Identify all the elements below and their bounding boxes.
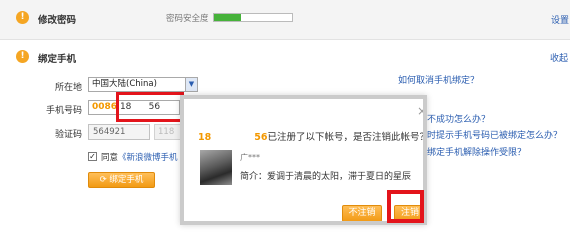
bind-phone-button-label: 绑定手机 bbox=[109, 175, 144, 185]
warning-icon: ! bbox=[16, 11, 29, 24]
chevron-down-icon[interactable]: ▼ bbox=[185, 78, 197, 91]
cancel-button-highlight-box bbox=[387, 190, 424, 223]
dialog-phone-start: 18 bbox=[198, 132, 212, 143]
account-username: 广*** bbox=[240, 153, 260, 162]
phone-highlight-box bbox=[116, 92, 184, 122]
account-intro: 简介：爱调于清晨的太阳，滞于夏日的星辰 bbox=[240, 172, 412, 182]
dialog-message: 18 56已注册了以下帐号，是否注销此帐号？ bbox=[198, 129, 427, 143]
change-password-title: 修改密码 bbox=[38, 15, 77, 26]
password-strength-label: 密码安全度 bbox=[166, 14, 209, 24]
dialog-phone-end: 56 bbox=[254, 132, 268, 143]
avatar bbox=[200, 150, 232, 185]
phone-label: 手机号码 bbox=[45, 106, 82, 116]
verification-code-input[interactable]: 564921 bbox=[88, 124, 150, 140]
bind-phone-button[interactable]: ⟳ 绑定手机 bbox=[88, 172, 155, 188]
help-link-already-bound[interactable]: 时提示手机号码已被绑定怎么办？ bbox=[427, 128, 562, 141]
close-icon[interactable]: × bbox=[417, 104, 423, 118]
country-select-value: 中国大陆(China) bbox=[92, 79, 157, 89]
no-cancel-button[interactable]: 不注销 bbox=[342, 205, 382, 221]
settings-link[interactable]: 设置 bbox=[551, 13, 569, 26]
agree-text: 同意《新浪微博手机 bbox=[101, 151, 178, 163]
phone-country-code: 0086 bbox=[92, 102, 118, 112]
help-link-failed[interactable]: 不成功怎么办？ bbox=[427, 112, 490, 125]
resend-code-button[interactable]: 118秒 bbox=[154, 124, 182, 140]
dialog-message-text: 已注册了以下帐号，是否注销此帐号？ bbox=[267, 132, 427, 143]
location-label: 所在地 bbox=[54, 83, 82, 93]
refresh-icon: ⟳ bbox=[99, 175, 107, 185]
change-password-row: ! 修改密码 密码安全度 设置 bbox=[0, 0, 570, 40]
collapse-link[interactable]: 收起 bbox=[550, 51, 568, 64]
agree-checkbox[interactable]: ✓ bbox=[88, 152, 97, 161]
password-strength-bar bbox=[213, 13, 293, 22]
agree-prefix: 同意 bbox=[101, 153, 119, 163]
country-select[interactable]: 中国大陆(China) ▼ bbox=[88, 77, 198, 92]
code-label: 验证码 bbox=[54, 130, 82, 140]
bind-phone-title: 绑定手机 bbox=[38, 54, 77, 65]
help-link-unbind-limited[interactable]: 绑定手机解除操作受限？ bbox=[427, 145, 526, 158]
warning-icon: ! bbox=[16, 50, 29, 63]
agreement-link[interactable]: 《新浪微博手机 bbox=[118, 153, 178, 163]
help-link-unbind[interactable]: 如何取消手机绑定？ bbox=[398, 73, 479, 86]
password-strength-fill bbox=[214, 14, 242, 21]
